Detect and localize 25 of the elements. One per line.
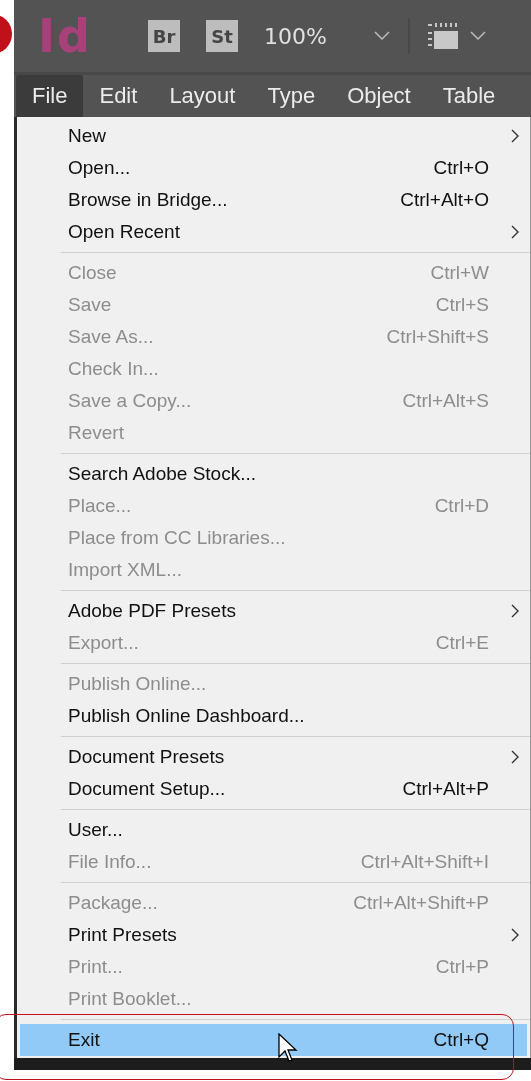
menu-item[interactable]: User...	[20, 814, 527, 846]
menu-item[interactable]: New	[20, 120, 527, 152]
menu-item[interactable]: Document Setup... Ctrl+Alt+P	[20, 773, 527, 805]
menu-item[interactable]: Publish Online Dashboard...	[20, 700, 527, 732]
menu-bar-item[interactable]: Table	[426, 75, 512, 117]
menu-item[interactable]: Exit Ctrl+Q	[20, 1024, 527, 1056]
menu-item[interactable]: Open... Ctrl+O	[20, 152, 527, 184]
chevron-down-icon[interactable]	[470, 31, 486, 41]
menu-item[interactable]: Adobe PDF Presets	[20, 595, 527, 627]
menu-bar-item[interactable]: Type	[251, 75, 332, 117]
menu-item[interactable]: Open Recent	[20, 216, 527, 248]
menu-bar-item[interactable]: File	[16, 75, 84, 117]
menu-item[interactable]: Print Presets	[20, 919, 527, 951]
menu-item[interactable]: Document Presets	[20, 741, 527, 773]
zoom-level[interactable]: 100%	[264, 23, 374, 49]
menu-bar-item[interactable]: Object	[331, 75, 427, 117]
chevron-down-icon[interactable]	[374, 31, 390, 41]
menu-bar-item[interactable]: Edit	[83, 75, 154, 117]
mouse-cursor-icon	[278, 1033, 298, 1063]
menu-bar-item[interactable]: Layout	[153, 75, 252, 117]
stock-button[interactable]: St	[206, 20, 238, 52]
app-logo: Id	[38, 9, 94, 63]
menu-item[interactable]: Browse in Bridge... Ctrl+Alt+O	[20, 184, 527, 216]
menu-item[interactable]: Search Adobe Stock...	[20, 458, 527, 490]
bridge-button[interactable]: Br	[148, 20, 180, 52]
